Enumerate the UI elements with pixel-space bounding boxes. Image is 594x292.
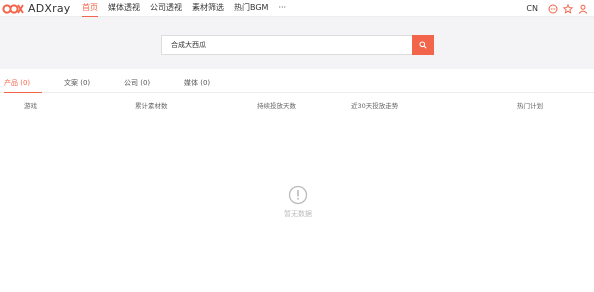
column-header-total-creatives[interactable]: 累计素材数: [135, 100, 168, 110]
column-header-hot-plans[interactable]: 热门计划: [517, 100, 543, 110]
adxray-logo-icon: [2, 3, 24, 14]
nav-item-home[interactable]: 首页: [82, 0, 98, 17]
result-tabs: 产品 (0) 文案 (0) 公司 (0) 媒体 (0): [0, 75, 594, 93]
logo[interactable]: ADXray: [2, 2, 71, 15]
column-header-days-running[interactable]: 持续投放天数: [257, 100, 296, 110]
tab-count: (0): [200, 79, 211, 87]
empty-state-text: 暂无数据: [284, 210, 312, 218]
message-icon[interactable]: [548, 4, 558, 14]
tab-media[interactable]: 媒体 (0): [184, 75, 210, 93]
tab-label: 公司: [124, 79, 138, 87]
nav-right: CN: [526, 2, 588, 15]
star-icon[interactable]: [563, 3, 573, 14]
column-header-30-day-trend[interactable]: 近30天投放走势: [351, 100, 398, 110]
tab-product[interactable]: 产品 (0): [4, 75, 42, 93]
search-band: [0, 17, 594, 69]
nav-item-hot-bgm[interactable]: 热门BGM: [234, 0, 268, 17]
search-bar: [161, 35, 434, 55]
main-menu: 首页 媒体透视 公司透视 素材筛选 热门BGM ···: [82, 0, 296, 17]
tab-label: 产品: [4, 79, 18, 87]
nav-item-company-insight[interactable]: 公司透视: [150, 0, 182, 17]
tab-count: (0): [140, 79, 151, 87]
brand-name: ADXray: [28, 2, 71, 15]
tab-label: 媒体: [184, 79, 198, 87]
tab-company[interactable]: 公司 (0): [124, 75, 150, 93]
search-input[interactable]: [161, 35, 412, 55]
tab-copy[interactable]: 文案 (0): [64, 75, 90, 93]
nav-item-creative-filter[interactable]: 素材筛选: [192, 0, 224, 17]
tab-count: (0): [80, 79, 91, 87]
nav-item-more[interactable]: ···: [278, 0, 286, 17]
table-header: 游戏 累计素材数 持续投放天数 近30天投放走势 热门计划: [0, 100, 594, 112]
nav-item-media-insight[interactable]: 媒体透视: [108, 0, 140, 17]
tab-count: (0): [20, 79, 31, 87]
user-icon[interactable]: [578, 4, 588, 14]
column-header-game[interactable]: 游戏: [24, 100, 37, 110]
top-nav: ADXray 首页 媒体透视 公司透视 素材筛选 热门BGM ··· CN: [0, 0, 594, 17]
search-button[interactable]: [412, 35, 434, 55]
info-circle-icon: [288, 185, 308, 205]
search-icon: [419, 41, 427, 49]
tab-label: 文案: [64, 79, 78, 87]
language-switch[interactable]: CN: [526, 4, 538, 13]
